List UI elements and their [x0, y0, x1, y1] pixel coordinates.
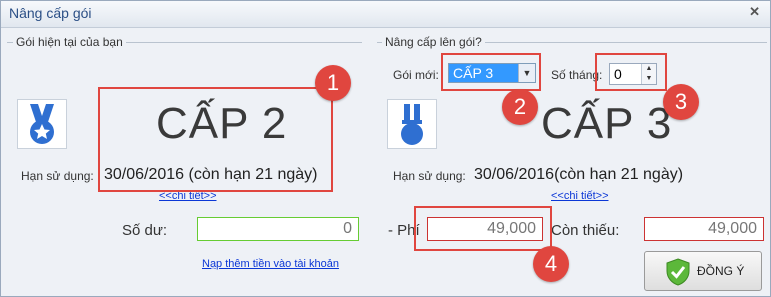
- annotation-badge-3: 3: [663, 84, 699, 120]
- upgrade-expiry-value: 30/06/2016(còn hạn 21 ngày): [474, 166, 684, 183]
- medal-icon: [17, 99, 67, 149]
- annotation-box-3: [595, 53, 667, 91]
- annotation-badge-2: 2: [502, 89, 538, 125]
- close-icon[interactable]: ✕: [749, 4, 760, 20]
- balance-label: Số dư:: [122, 222, 168, 239]
- ok-button[interactable]: ĐỒNG Ý: [644, 251, 762, 291]
- annotation-badge-1: 1: [315, 65, 351, 101]
- annotation-box-2: [441, 53, 541, 91]
- annotation-box-1: [98, 87, 333, 192]
- upgrade-expiry-label: Hạn sử dụng:: [393, 169, 466, 183]
- annotation-box-4: [414, 206, 552, 251]
- annotation-badge-4: 4: [533, 246, 569, 282]
- current-group-label: Gói hiện tại của bạn: [13, 35, 126, 49]
- current-expiry-label: Hạn sử dụng:: [21, 169, 94, 183]
- shield-check-icon: [665, 258, 691, 291]
- upgrade-group-label: Nâng cấp lên gói?: [382, 35, 485, 49]
- ok-button-label: ĐỒNG Ý: [697, 264, 745, 278]
- new-package-label: Gói mới:: [393, 68, 439, 82]
- upgrade-dialog: Nâng cấp gói ✕ Gói hiện tại của bạn Nâng…: [0, 0, 771, 297]
- topup-link[interactable]: Nạp thêm tiền vào tài khoản: [202, 258, 339, 270]
- upgrade-details-link[interactable]: <<chi tiết>>: [551, 190, 609, 202]
- balance-field[interactable]: 0: [197, 217, 359, 241]
- title-bar: Nâng cấp gói ✕: [1, 1, 770, 28]
- window-title: Nâng cấp gói: [9, 5, 92, 21]
- shortfall-field[interactable]: 49,000: [644, 217, 764, 241]
- medal-icon-upgrade: [387, 99, 437, 149]
- shortfall-label: Còn thiếu:: [551, 222, 620, 239]
- upgrade-level: CẤP 3: [541, 99, 673, 148]
